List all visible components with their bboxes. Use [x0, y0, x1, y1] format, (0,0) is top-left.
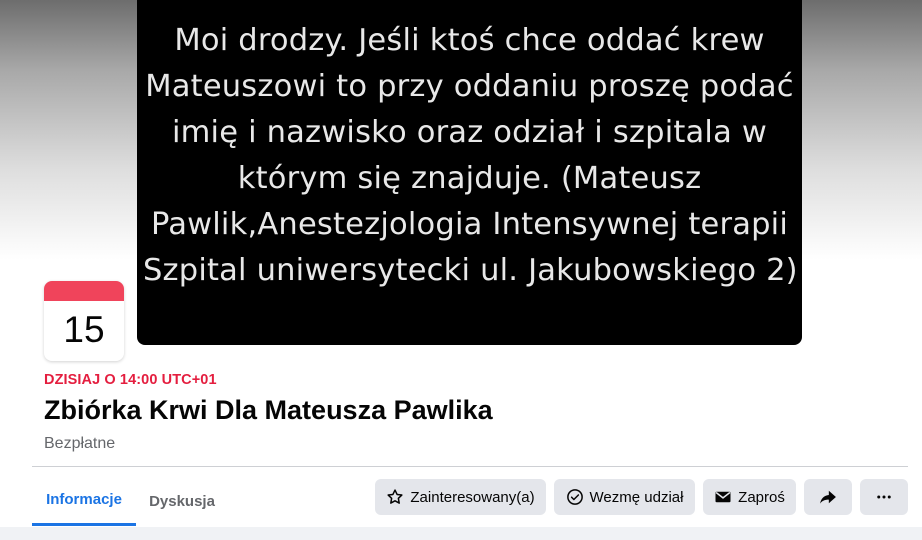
cover-text-line: Szpital uniwersytecki ul. Jakubowskiego … — [143, 253, 798, 288]
event-title: Zbiórka Krwi Dla Mateusza Pawlika — [44, 395, 493, 425]
cover-text-line: Moi drodzy. Jeśli ktoś chce oddać krew — [174, 23, 765, 58]
tab-label: Informacje — [46, 491, 122, 508]
share-button[interactable] — [804, 479, 852, 515]
share-arrow-icon — [818, 487, 838, 507]
cover-text-line: którym się znajduje. (Mateusz — [237, 161, 702, 196]
event-price: Bezpłatne — [44, 435, 116, 452]
interested-button[interactable]: Zainteresowany(a) — [375, 479, 546, 515]
check-circle-icon — [566, 488, 584, 506]
cover-text-line: Pawlik,Anestezjologia Intensywnej terapi… — [150, 207, 789, 242]
cover-text-line: Mateuszowi to przy oddaniu proszę podać — [145, 69, 794, 104]
date-card-band — [44, 281, 124, 301]
invite-button[interactable]: Zaproś — [703, 479, 796, 515]
divider — [32, 466, 908, 467]
interested-label: Zainteresowany(a) — [410, 488, 535, 506]
cover-photo[interactable]: Moi drodzy. Jeśli ktoś chce oddać krew M… — [137, 0, 802, 345]
going-label: Wezmę udział — [589, 488, 684, 506]
tab-label: Dyskusja — [149, 492, 215, 510]
more-dots-icon — [875, 488, 893, 506]
event-time: DZISIAJ O 14:00 UTC+01 — [44, 372, 217, 388]
more-button[interactable] — [860, 479, 908, 515]
going-button[interactable]: Wezmę udział — [554, 479, 695, 515]
page-background-strip — [0, 527, 922, 540]
invite-label: Zaproś — [738, 488, 785, 506]
cover-text-line: imię i nazwisko oraz odział i szpitala w — [171, 115, 768, 150]
star-icon — [386, 488, 404, 506]
event-date-card: 15 — [44, 281, 124, 361]
event-day: 15 — [63, 309, 105, 350]
tab-dyskusja[interactable]: Dyskusja — [136, 476, 228, 526]
tab-informacje[interactable]: Informacje — [32, 476, 136, 526]
envelope-icon — [714, 488, 732, 506]
